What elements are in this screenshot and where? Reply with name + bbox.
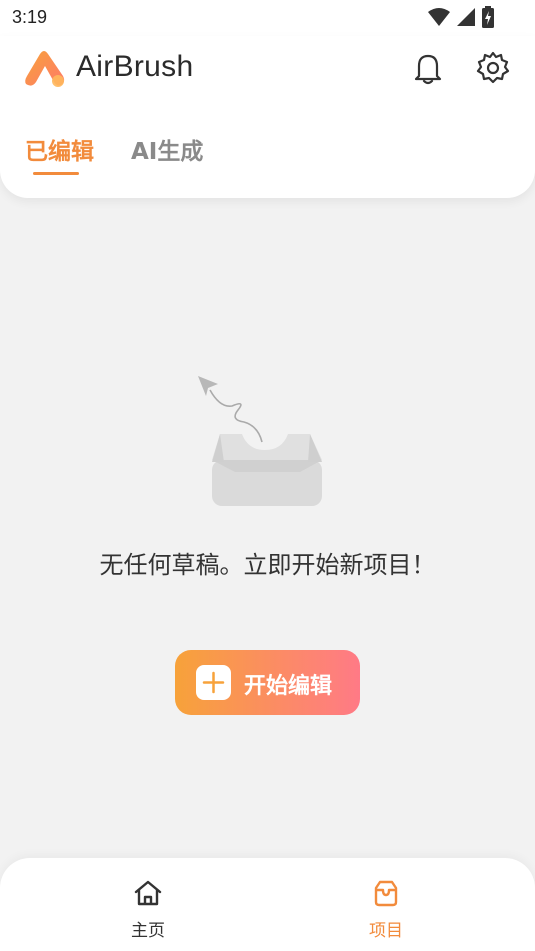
app-header: AirBrush 已编辑 AI生成 bbox=[0, 36, 535, 198]
nav-home[interactable]: 主页 bbox=[108, 878, 188, 948]
plus-icon bbox=[196, 665, 231, 700]
nav-home-label: 主页 bbox=[131, 921, 165, 941]
nav-projects-label: 项目 bbox=[369, 921, 403, 941]
wifi-icon bbox=[428, 8, 450, 26]
nav-projects[interactable]: 项目 bbox=[346, 878, 426, 948]
app-title: AirBrush bbox=[76, 50, 194, 83]
status-bar: 3:19 bbox=[0, 0, 535, 36]
project-box-icon bbox=[374, 880, 398, 907]
status-icons bbox=[427, 6, 495, 28]
battery-icon bbox=[482, 6, 494, 28]
empty-state-message: 无任何草稿。立即开始新项目！ bbox=[99, 551, 436, 579]
empty-box-illustration bbox=[198, 376, 322, 506]
active-tab-indicator bbox=[33, 172, 79, 175]
start-editing-label: 开始编辑 bbox=[244, 674, 333, 699]
paper-plane-icon bbox=[198, 376, 218, 396]
home-icon bbox=[134, 880, 162, 906]
start-editing-button[interactable]: 开始编辑 bbox=[175, 650, 360, 715]
bell-icon[interactable] bbox=[410, 50, 446, 86]
bottom-navigation: 主页 项目 bbox=[0, 858, 535, 951]
status-time: 3:19 bbox=[12, 7, 48, 27]
signal-icon bbox=[457, 8, 475, 26]
tab-ai-generated[interactable]: AI生成 bbox=[131, 132, 203, 166]
tab-edited[interactable]: 已编辑 bbox=[25, 132, 94, 166]
gear-icon[interactable] bbox=[475, 50, 511, 86]
airbrush-logo bbox=[25, 51, 65, 87]
